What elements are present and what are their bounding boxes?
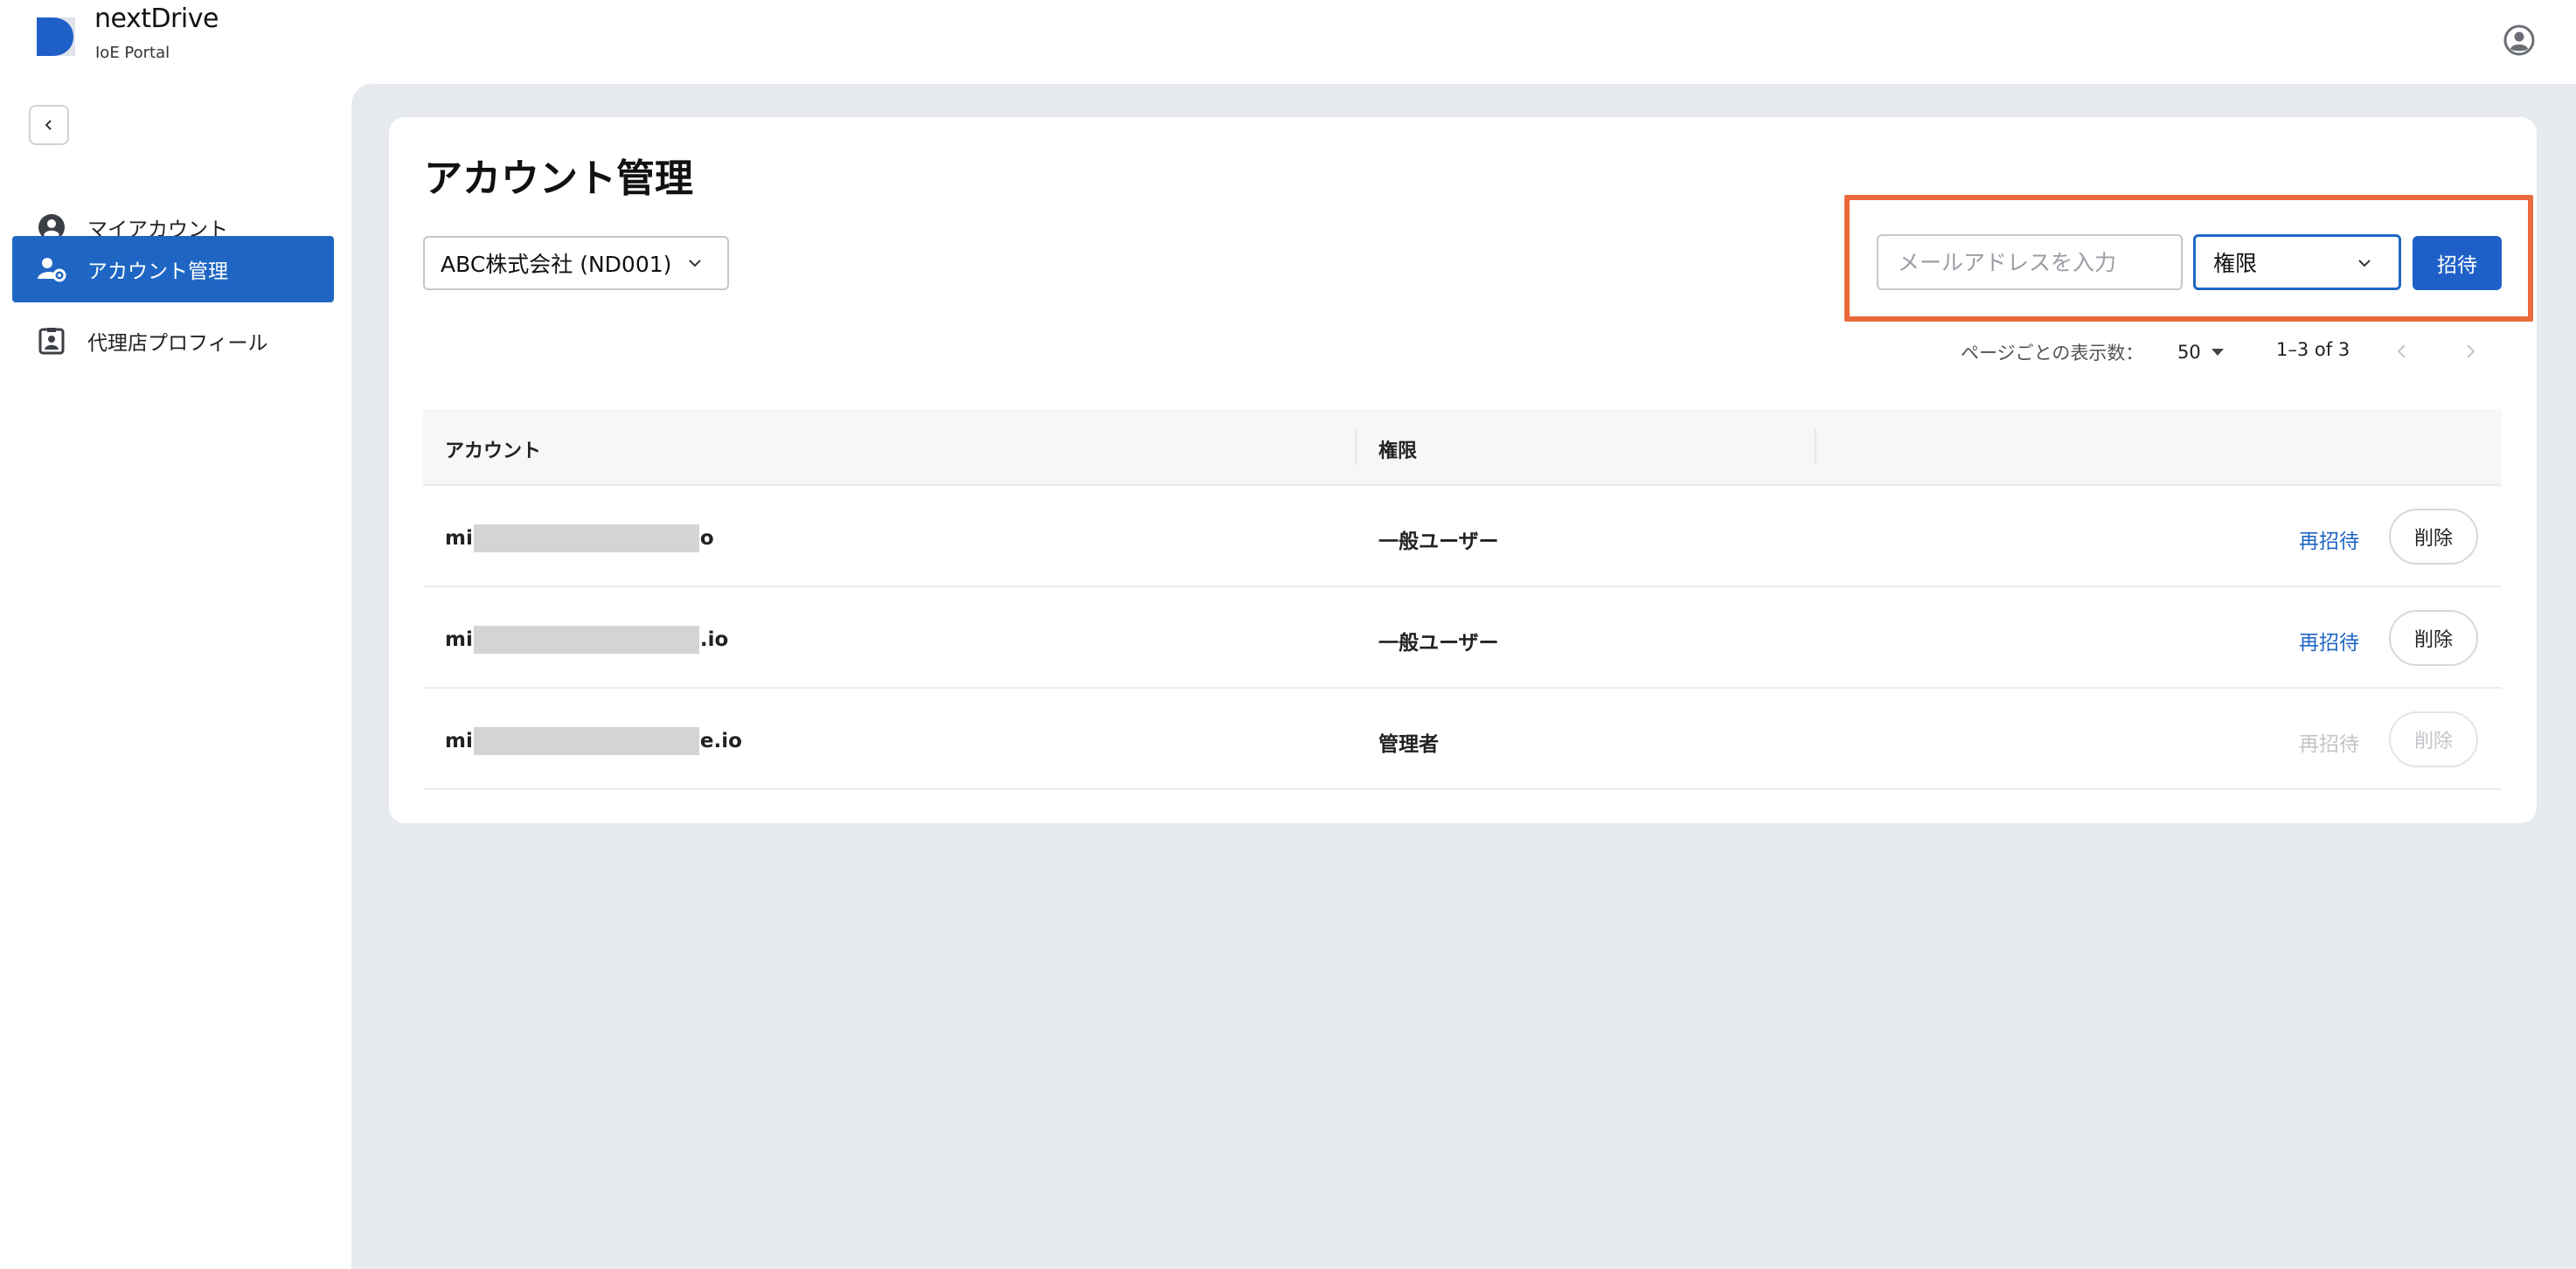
id-badge-icon: [37, 326, 66, 356]
account-role: 一般ユーザー: [1378, 632, 1499, 655]
table-header: アカウント 権限: [423, 409, 2502, 486]
brand-subtitle: IoE Portal: [95, 44, 170, 62]
table-row: mi .io 一般ユーザー 再招待 削除: [423, 587, 2502, 689]
table-row: mi e.io 管理者 再招待 削除: [423, 689, 2502, 790]
redacted-block: [473, 626, 699, 654]
table-row: mi o 一般ユーザー 再招待 削除: [423, 486, 2502, 587]
delete-button: 削除: [2389, 711, 2478, 767]
chevron-right-icon[interactable]: [2461, 341, 2479, 362]
role-select-value: 権限: [2213, 251, 2258, 276]
account-email-prefix: mi: [445, 628, 473, 651]
company-select[interactable]: ABC株式会社 (ND001): [423, 236, 729, 290]
chevron-left-icon[interactable]: [2393, 341, 2411, 362]
company-select-value: ABC株式会社 (ND001): [441, 252, 672, 277]
caret-down-icon: [2211, 349, 2224, 356]
account-email-prefix: mi: [445, 730, 473, 752]
account-email-suffix: e.io: [699, 730, 742, 752]
page-title: アカウント管理: [424, 156, 693, 201]
delete-button[interactable]: 削除: [2389, 509, 2478, 565]
chevron-left-icon: [45, 120, 52, 130]
rows-per-page-select[interactable]: 50: [2177, 339, 2224, 365]
sidebar: マイアカウント アカウント管理 代理店プロフィール: [0, 84, 351, 1269]
sidebar-item-label: 代理店プロフィール: [87, 332, 268, 355]
top-bar: nextDrive IoE Portal: [0, 0, 2576, 84]
account-email: mi .io: [445, 626, 728, 654]
sidebar-item-account-management[interactable]: アカウント管理: [12, 236, 334, 302]
chevron-down-icon: [689, 260, 701, 267]
column-divider: [1355, 430, 1357, 465]
rows-per-page-label: ページごとの表示数：: [1961, 343, 2144, 364]
account-circle-icon[interactable]: [2503, 24, 2535, 56]
brand-name: nextDrive: [94, 3, 219, 34]
column-divider: [1815, 430, 1816, 465]
role-select[interactable]: 権限: [2193, 234, 2401, 290]
chevron-down-icon: [2358, 260, 2371, 267]
collapse-sidebar-button[interactable]: [29, 105, 69, 145]
account-email-prefix: mi: [445, 527, 473, 550]
email-input[interactable]: [1877, 234, 2183, 290]
reinvite-link[interactable]: 再招待: [2299, 524, 2359, 554]
rows-per-page-value: 50: [2177, 342, 2201, 363]
invite-button[interactable]: 招待: [2413, 236, 2502, 290]
redacted-block: [473, 524, 699, 552]
redacted-block: [473, 727, 699, 755]
delete-button[interactable]: 削除: [2389, 610, 2478, 666]
account-email-suffix: .io: [699, 628, 729, 651]
pagination-range: 1–3 of 3: [2276, 339, 2350, 360]
account-email-suffix: o: [699, 527, 714, 550]
account-role: 一般ユーザー: [1378, 530, 1499, 553]
column-header-role: 権限: [1378, 440, 1418, 462]
reinvite-link: 再招待: [2299, 733, 2359, 756]
account-role: 管理者: [1378, 733, 1439, 756]
account-email: mi e.io: [445, 727, 742, 755]
sidebar-item-label: アカウント管理: [87, 260, 228, 283]
account-email: mi o: [445, 524, 714, 552]
reinvite-link[interactable]: 再招待: [2299, 626, 2359, 655]
sidebar-item-agency-profile[interactable]: 代理店プロフィール: [12, 308, 334, 374]
user-gear-icon: [37, 254, 66, 284]
nextdrive-logo-icon: [37, 17, 75, 56]
column-header-account: アカウント: [445, 440, 542, 462]
